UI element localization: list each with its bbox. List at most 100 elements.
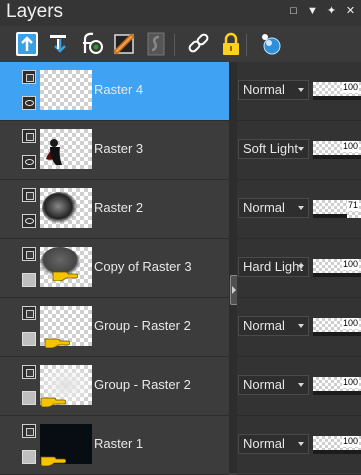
close-icon[interactable]: ✕ (344, 5, 357, 18)
visibility-eye-icon[interactable] (22, 96, 36, 110)
layer-properties-row: Normal 100 (237, 62, 361, 121)
layer-row[interactable]: Raster 2 (0, 180, 229, 239)
blend-mode-select[interactable]: Normal (238, 80, 309, 100)
layer-thumbnail (40, 188, 92, 228)
layer-thumbnail (40, 70, 92, 110)
opacity-value: 100 (341, 82, 359, 93)
layer-row[interactable]: Raster 1 (0, 416, 229, 475)
layer-row[interactable]: Raster 3 (0, 121, 229, 180)
layer-row[interactable]: Group - Raster 2 (0, 298, 229, 357)
opacity-slider[interactable]: 100 (313, 377, 361, 395)
opacity-fill (313, 155, 361, 159)
new-raster-layer-icon[interactable] (14, 31, 40, 57)
layer-type-icon[interactable] (22, 247, 36, 261)
layer-type-icon[interactable] (22, 70, 36, 84)
layers-toolbar (0, 26, 361, 63)
layer-row[interactable]: Raster 4 (0, 62, 229, 121)
opacity-slider[interactable]: 100 (313, 318, 361, 336)
layer-properties-row: Normal 100 (237, 298, 361, 357)
opacity-value: 100 (341, 141, 359, 152)
toolbar-separator (174, 34, 175, 56)
visibility-toggle-icon[interactable] (22, 332, 36, 346)
visibility-eye-icon[interactable] (22, 155, 36, 169)
opacity-value: 100 (341, 436, 359, 447)
chevron-down-icon (298, 324, 304, 328)
mask-layer-icon[interactable] (144, 31, 170, 57)
blend-mode-value: Normal (243, 200, 285, 215)
layer-name: Group - Raster 2 (94, 318, 191, 333)
opacity-slider[interactable]: 100 (313, 436, 361, 454)
link-layers-icon[interactable] (186, 31, 212, 57)
chevron-down-icon (298, 442, 304, 446)
visibility-toggle-icon[interactable] (22, 273, 36, 287)
panel-titlebar: Layers □ ▼ ✦ ✕ (0, 0, 361, 26)
float-toggle-icon[interactable]: □ (287, 5, 300, 18)
visibility-toggle-icon[interactable] (22, 450, 36, 464)
layers-list: Raster 4 Raster 3 Raster 2 Copy of Raster 3… (0, 62, 229, 475)
group-hand-icon (40, 456, 66, 466)
layer-row[interactable]: Group - Raster 2 (0, 357, 229, 416)
layer-type-icon[interactable] (22, 188, 36, 202)
chevron-down-icon (298, 265, 304, 269)
new-vector-layer-icon[interactable] (47, 31, 73, 57)
opacity-value: 71 (346, 200, 359, 211)
opacity-fill (313, 332, 361, 336)
pin-icon[interactable]: ✦ (325, 5, 338, 18)
layer-row[interactable]: Copy of Raster 3 (0, 239, 229, 298)
layer-name: Raster 4 (94, 82, 144, 97)
opacity-slider[interactable]: 100 (313, 141, 361, 159)
opacity-fill (313, 214, 348, 218)
layer-name: Group - Raster 2 (94, 377, 191, 392)
window-controls: □ ▼ ✦ ✕ (287, 5, 357, 18)
layer-properties-column: Normal 100 Soft Light 100 Normal 71 Hard Light… (237, 62, 361, 475)
chevron-down-icon (298, 206, 304, 210)
blend-mode-select[interactable]: Normal (238, 434, 309, 454)
layer-name: Raster 1 (94, 436, 144, 451)
chevron-down-icon (298, 383, 304, 387)
blend-mode-select[interactable]: Normal (238, 375, 309, 395)
menu-dropdown-icon[interactable]: ▼ (306, 5, 319, 18)
layer-name: Raster 2 (94, 200, 144, 215)
layer-type-icon[interactable] (22, 129, 36, 143)
opacity-slider[interactable]: 100 (313, 82, 361, 100)
lock-transparency-icon[interactable] (218, 31, 244, 57)
blend-mode-select[interactable]: Hard Light (238, 257, 309, 277)
layer-properties-row: Normal 100 (237, 416, 361, 475)
group-hand-icon (40, 397, 66, 407)
organizer-icon[interactable] (258, 31, 284, 57)
blend-mode-select[interactable]: Soft Light (238, 139, 309, 159)
opacity-slider[interactable]: 100 (313, 259, 361, 277)
layer-name: Raster 3 (94, 141, 144, 156)
blend-mode-value: Hard Light (243, 259, 303, 274)
blend-mode-select[interactable]: Normal (238, 316, 309, 336)
blend-mode-select[interactable]: Normal (238, 198, 309, 218)
visibility-eye-icon[interactable] (22, 214, 36, 228)
layer-properties-row: Hard Light 100 (237, 239, 361, 298)
opacity-slider[interactable]: 71 (313, 200, 361, 218)
layer-properties-row: Normal 71 (237, 180, 361, 239)
effects-layer-icon[interactable] (80, 31, 106, 57)
layer-type-icon[interactable] (22, 365, 36, 379)
group-hand-icon (44, 338, 70, 348)
layer-properties-row: Normal 100 (237, 357, 361, 416)
opacity-value: 100 (341, 259, 359, 270)
blend-mode-value: Normal (243, 436, 285, 451)
opacity-fill (313, 96, 361, 100)
blend-mode-value: Normal (243, 82, 285, 97)
opacity-fill (313, 391, 361, 395)
layer-name: Copy of Raster 3 (94, 259, 192, 274)
layer-properties-row: Soft Light 100 (237, 121, 361, 180)
blend-mode-value: Normal (243, 318, 285, 333)
blend-mode-value: Soft Light (243, 141, 298, 156)
visibility-toggle-icon[interactable] (22, 391, 36, 405)
layer-thumbnail (40, 129, 92, 169)
opacity-value: 100 (341, 318, 359, 329)
panel-splitter[interactable] (229, 62, 238, 473)
adjustment-layer-icon[interactable] (112, 31, 138, 57)
layer-type-icon[interactable] (22, 306, 36, 320)
opacity-fill (313, 450, 361, 454)
layer-type-icon[interactable] (22, 424, 36, 438)
panel-title: Layers (6, 1, 64, 22)
chevron-down-icon (298, 88, 304, 92)
group-hand-icon (52, 271, 78, 281)
